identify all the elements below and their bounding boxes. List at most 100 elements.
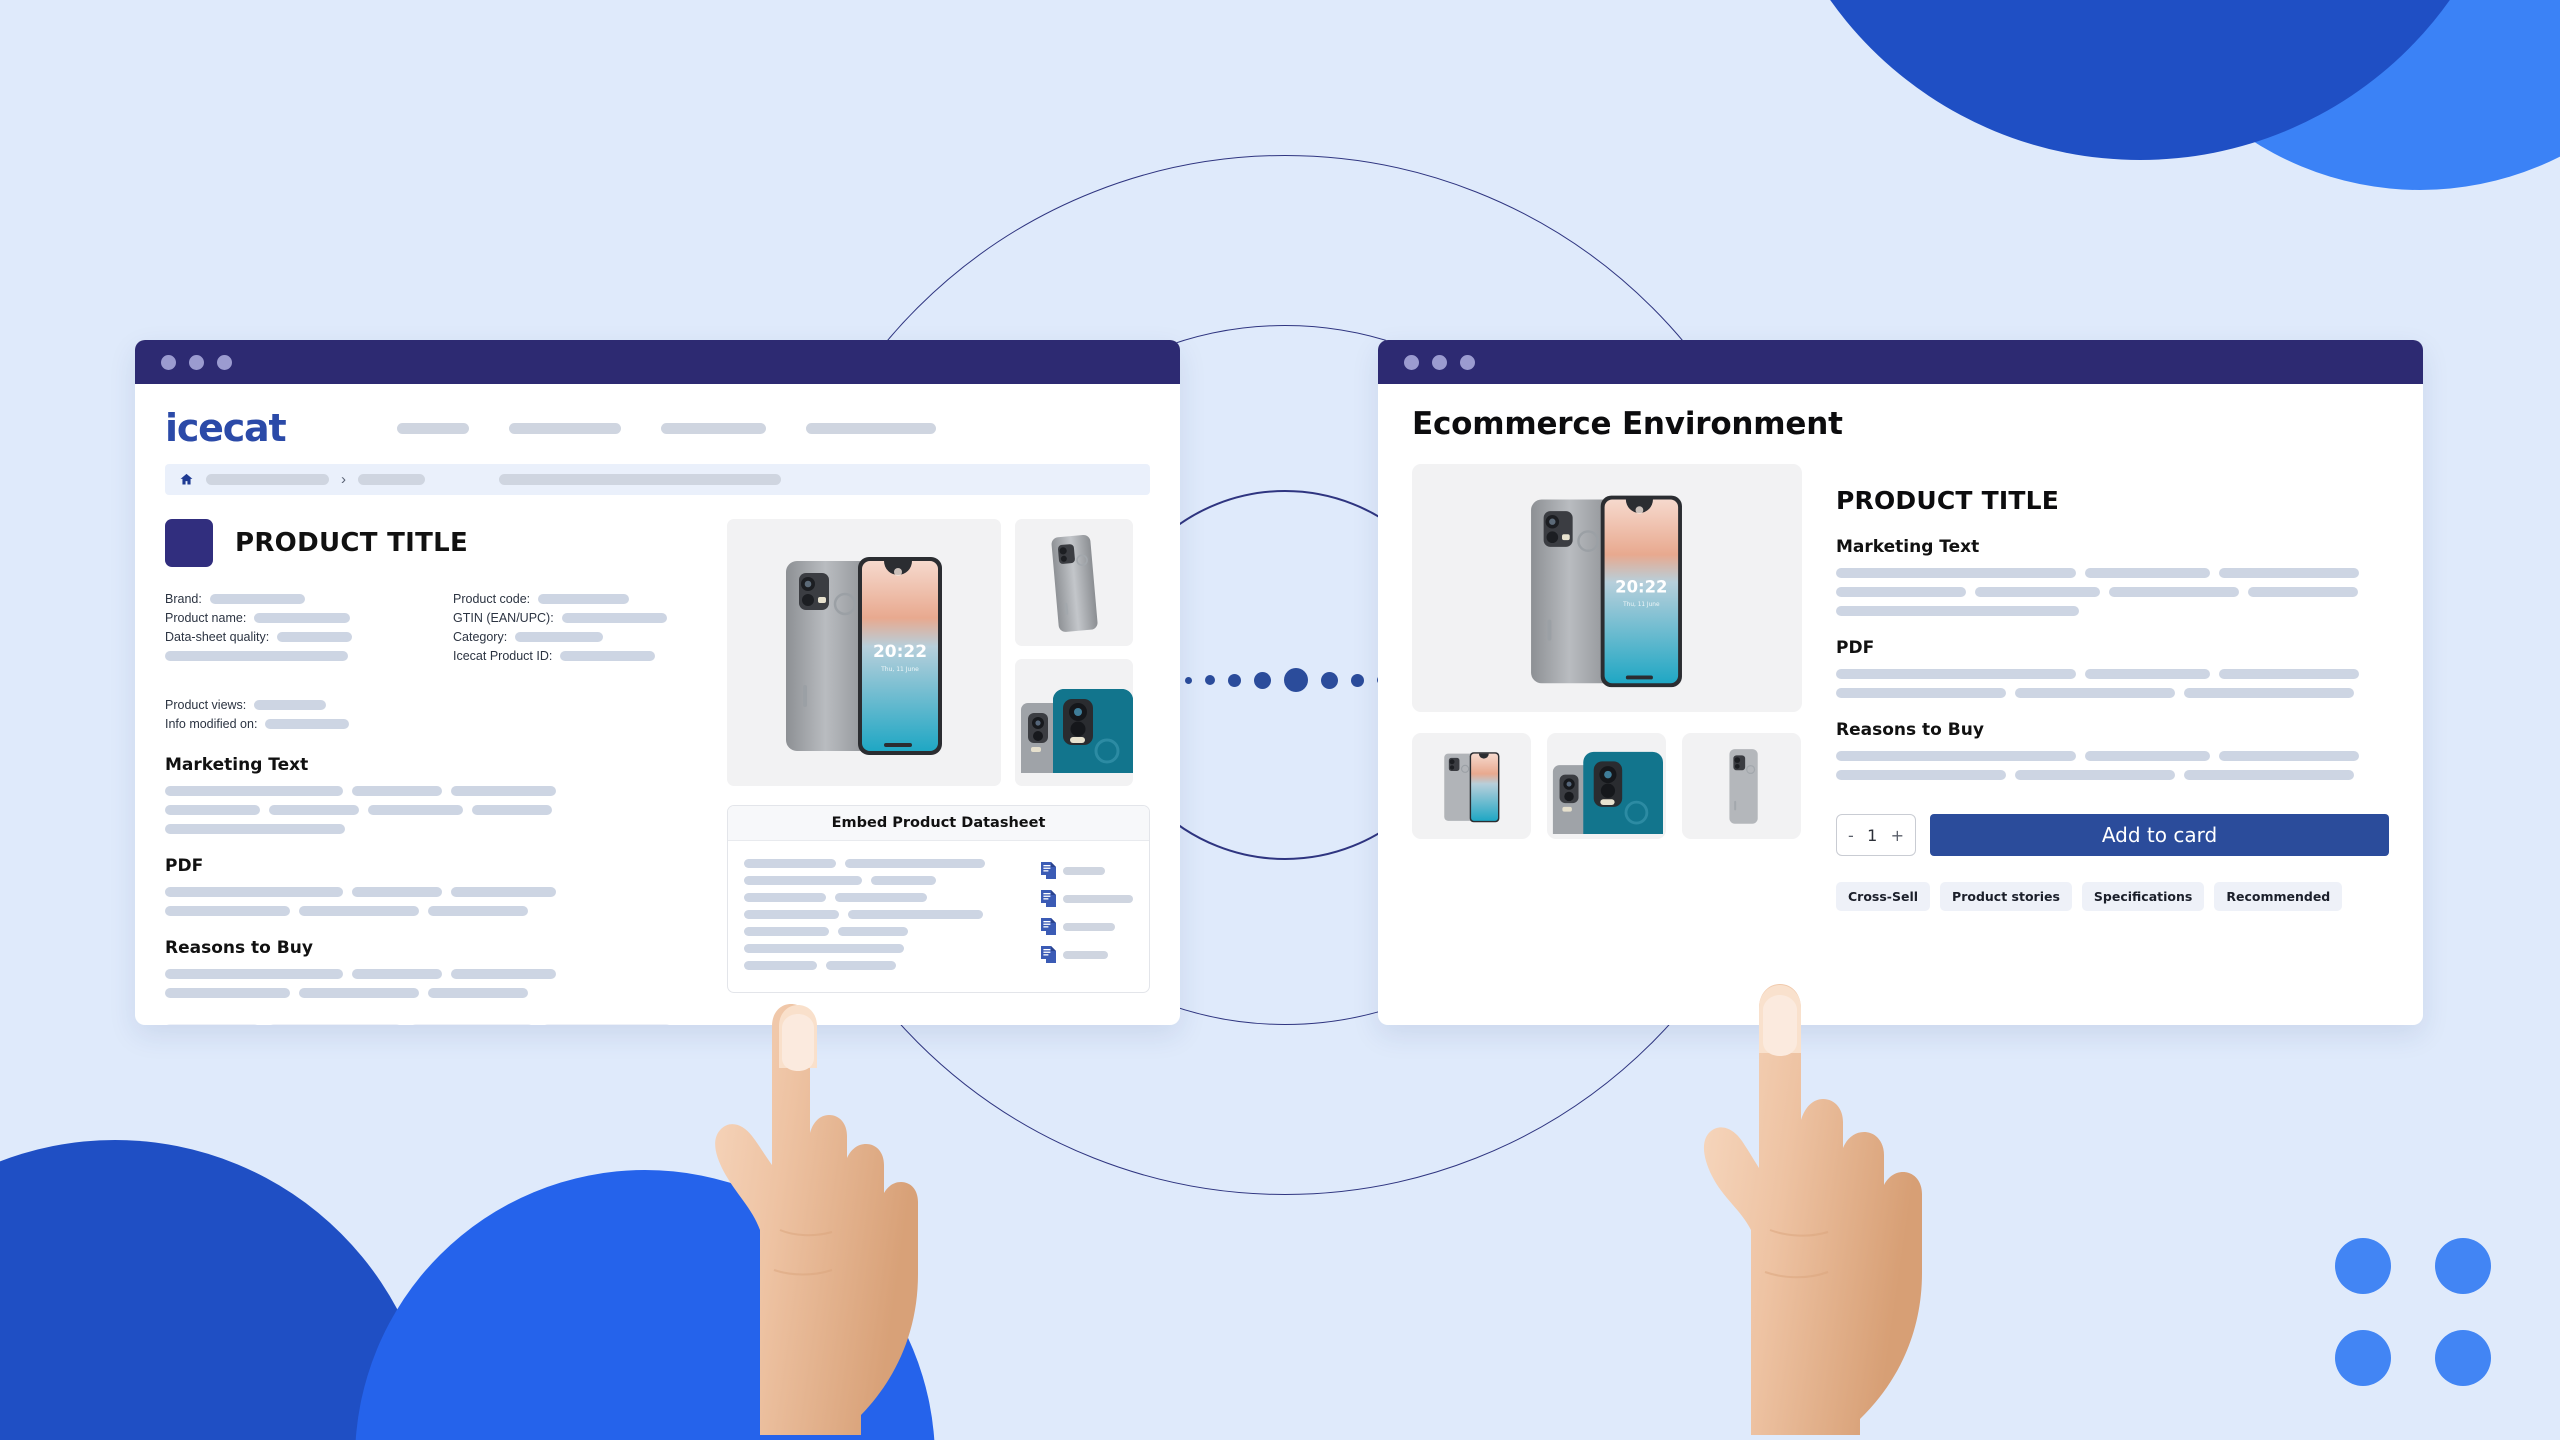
placeholder-line bbox=[744, 910, 839, 919]
placeholder-line-row bbox=[744, 876, 1025, 885]
placeholder-line bbox=[871, 876, 936, 885]
placeholder-line-row bbox=[165, 969, 705, 979]
icecat-nav-items[interactable] bbox=[397, 422, 937, 434]
add-to-cart-button[interactable]: Add to card bbox=[1930, 814, 2389, 856]
connector-dots bbox=[1185, 668, 1407, 692]
spec-row: Category: bbox=[453, 627, 705, 646]
quantity-decrement-button[interactable]: - bbox=[1848, 826, 1854, 845]
placeholder-line-row bbox=[1836, 669, 2389, 679]
nav-item[interactable] bbox=[509, 422, 622, 434]
section-heading: Reasons to Buy bbox=[165, 938, 313, 958]
embed-document-list[interactable] bbox=[1041, 859, 1133, 970]
window-dot-minimize[interactable] bbox=[1432, 354, 1447, 370]
window-dot-close[interactable] bbox=[1404, 354, 1419, 370]
spec-label: Data-sheet quality: bbox=[165, 629, 270, 644]
document-name-placeholder bbox=[1063, 950, 1108, 959]
icecat-tag-row[interactable]: Cross-SellProduct storiesSpecificationsR… bbox=[165, 1024, 705, 1025]
document-list-item[interactable] bbox=[1041, 918, 1133, 935]
gallery-main-image[interactable]: 20:22 Thu, 11 June bbox=[727, 519, 1001, 786]
shop-thumbnail[interactable] bbox=[1682, 733, 1801, 839]
placeholder-line bbox=[269, 805, 359, 815]
placeholder-line bbox=[352, 786, 442, 796]
document-icon bbox=[1041, 862, 1056, 879]
svg-text:20:22: 20:22 bbox=[1615, 577, 1667, 596]
placeholder-line-row bbox=[744, 859, 1025, 868]
placeholder-line bbox=[2109, 587, 2239, 597]
placeholder-line bbox=[165, 805, 260, 815]
shop-hero-image[interactable]: 20:22 Thu, 11 June bbox=[1412, 464, 1802, 712]
document-list-item[interactable] bbox=[1041, 946, 1133, 963]
pointing-hand-right bbox=[1703, 984, 1922, 1435]
placeholder-line bbox=[744, 893, 826, 902]
breadcrumb-item[interactable] bbox=[499, 474, 781, 485]
placeholder-line-row bbox=[165, 824, 705, 834]
placeholder-line bbox=[428, 988, 528, 998]
icecat-content-sections: Marketing Text PDF Reasons to Buy bbox=[165, 755, 705, 998]
shop-thumbnail[interactable] bbox=[1547, 733, 1666, 839]
placeholder-line bbox=[2219, 568, 2359, 578]
placeholder-line bbox=[165, 887, 343, 897]
home-icon[interactable] bbox=[179, 472, 194, 487]
spec-value bbox=[561, 612, 667, 623]
spec-value bbox=[254, 612, 351, 623]
decor-dot-grid bbox=[2335, 1238, 2495, 1386]
shop-thumbnail[interactable] bbox=[1412, 733, 1531, 839]
connector-dot bbox=[1254, 671, 1271, 689]
placeholder-line bbox=[165, 786, 343, 796]
spec-value bbox=[515, 631, 604, 642]
brand-logo-placeholder bbox=[165, 519, 213, 567]
icecat-logo[interactable]: icecat bbox=[165, 406, 287, 450]
placeholder-line bbox=[165, 906, 290, 916]
placeholder-line bbox=[299, 906, 419, 916]
document-icon bbox=[1041, 890, 1056, 907]
gallery-thumbnail[interactable] bbox=[1015, 519, 1133, 646]
document-list-item[interactable] bbox=[1041, 890, 1133, 907]
breadcrumb-item[interactable] bbox=[206, 474, 329, 485]
shop-content-sections: Marketing Text PDF Reasons to Buy bbox=[1836, 537, 2389, 780]
spec-label: Category: bbox=[453, 629, 508, 644]
placeholder-line bbox=[848, 910, 983, 919]
placeholder-line bbox=[2015, 770, 2175, 780]
decor-dot bbox=[2335, 1330, 2391, 1386]
window-dot-minimize[interactable] bbox=[189, 354, 204, 370]
icecat-browser-window: icecat › PRODUCT TITLE Brand: Product na… bbox=[135, 340, 1180, 1025]
spec-value bbox=[165, 650, 348, 661]
window-dot-maximize[interactable] bbox=[217, 354, 232, 370]
placeholder-line-row bbox=[1836, 587, 2389, 597]
tag-specifications[interactable]: Specifications bbox=[410, 1024, 534, 1025]
embed-panel-title: Embed Product Datasheet bbox=[728, 806, 1149, 841]
svg-text:20:22: 20:22 bbox=[872, 642, 926, 662]
window-dot-close[interactable] bbox=[161, 354, 176, 370]
spec-label: GTIN (EAN/UPC): bbox=[453, 610, 554, 625]
window-dot-maximize[interactable] bbox=[1460, 354, 1475, 370]
quantity-stepper[interactable]: - 1 + bbox=[1836, 814, 1916, 856]
tag-product-stories[interactable]: Product stories bbox=[1940, 882, 2072, 911]
tag-cross-sell[interactable]: Cross-Sell bbox=[165, 1024, 260, 1025]
tag-recommended[interactable]: Recommended bbox=[2214, 882, 2343, 911]
breadcrumb-item[interactable] bbox=[358, 474, 425, 485]
tag-specifications[interactable]: Specifications bbox=[2081, 882, 2205, 911]
nav-item[interactable] bbox=[397, 422, 470, 434]
nav-item[interactable] bbox=[806, 422, 937, 434]
tag-product-stories[interactable]: Product stories bbox=[269, 1024, 401, 1025]
placeholder-line bbox=[1836, 669, 2076, 679]
section-text-placeholder bbox=[1836, 669, 2389, 698]
placeholder-line bbox=[744, 859, 836, 868]
connector-dot bbox=[1205, 675, 1215, 685]
document-list-item[interactable] bbox=[1041, 862, 1133, 879]
connector-dot bbox=[1185, 676, 1192, 684]
meta-row: Product views: bbox=[165, 695, 705, 714]
decor-dot bbox=[2335, 1238, 2391, 1294]
section-heading: Marketing Text bbox=[165, 755, 309, 775]
connector-dot bbox=[1228, 673, 1241, 687]
product-specifications: Brand: Product name: Data-sheet quality: P… bbox=[165, 589, 705, 665]
placeholder-line bbox=[2085, 669, 2210, 679]
document-icon bbox=[1041, 946, 1056, 963]
product-meta: Product views: Info modified on: bbox=[165, 695, 705, 733]
meta-label: Product views: bbox=[165, 697, 247, 712]
phone-front-back-silver-icon: 20:22 Thu, 11 June bbox=[785, 557, 942, 755]
quantity-increment-button[interactable]: + bbox=[1891, 826, 1904, 845]
gallery-thumbnail[interactable] bbox=[1015, 659, 1133, 786]
purchase-row: - 1 + Add to card bbox=[1836, 814, 2389, 856]
nav-item[interactable] bbox=[661, 422, 767, 434]
